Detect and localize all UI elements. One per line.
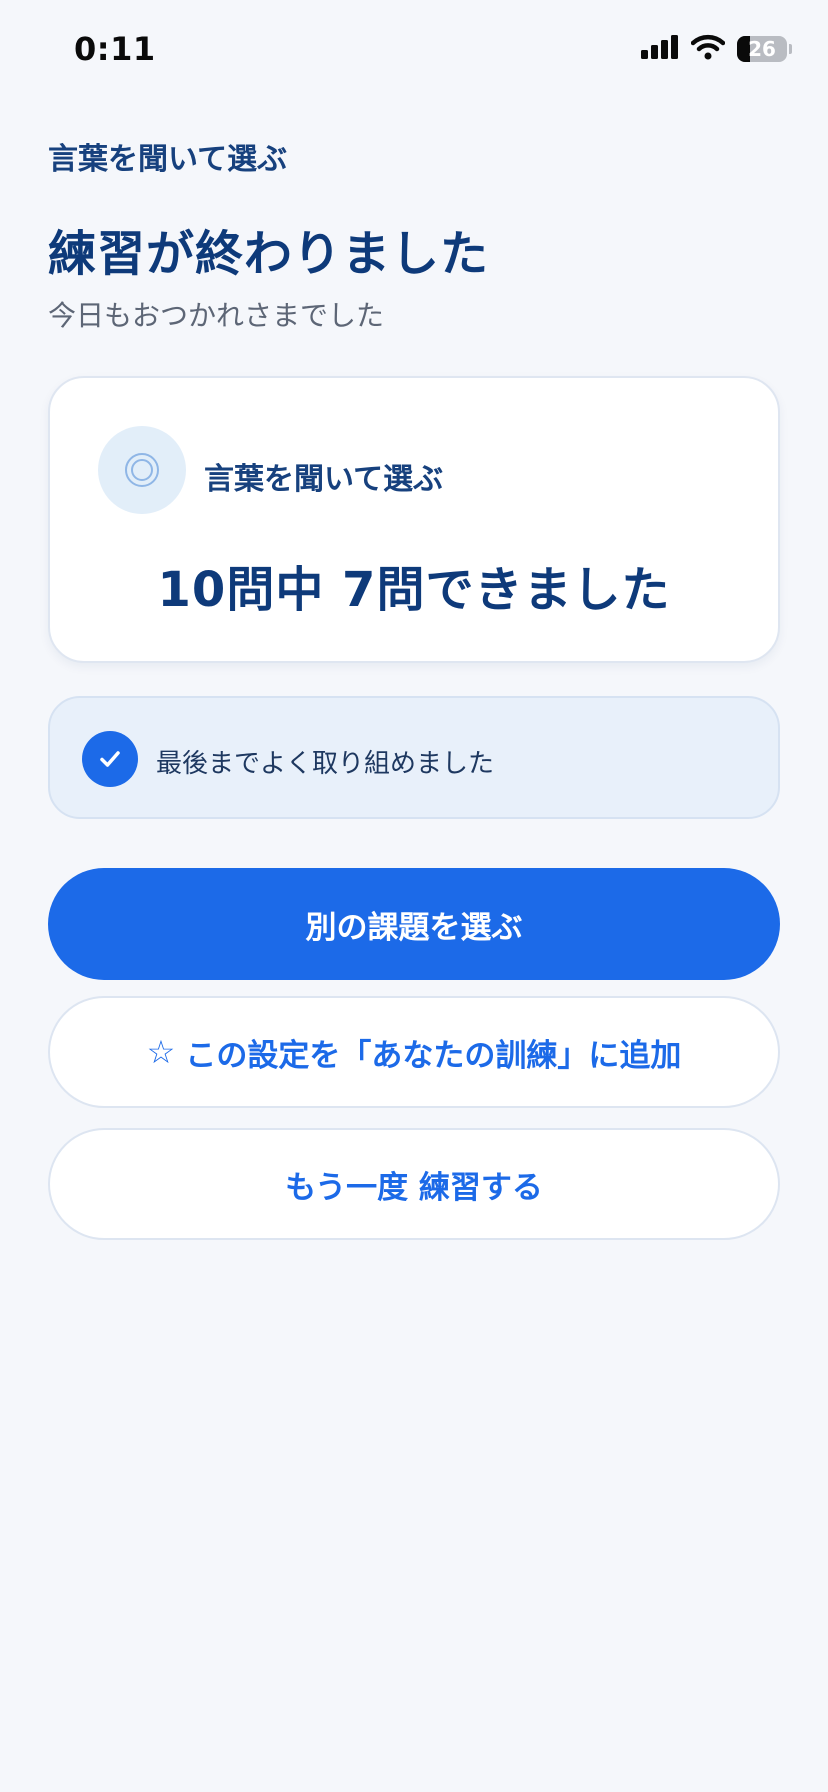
task-eyebrow: 言葉を聞いて選ぶ	[48, 142, 288, 177]
score-card: 言葉を聞いて選ぶ 10問中 7問できました	[48, 376, 780, 663]
status-icons: 26	[641, 34, 792, 64]
task-name: 言葉を聞いて選ぶ	[204, 462, 444, 497]
retry-button[interactable]: もう一度 練習する	[48, 1128, 780, 1240]
praise-banner: 最後までよく取り組めました	[48, 696, 780, 819]
star-icon: ☆	[146, 1033, 176, 1071]
status-time: 0:11	[74, 30, 156, 68]
check-icon	[82, 731, 138, 787]
wifi-icon	[690, 34, 726, 64]
battery-icon: 26	[737, 36, 787, 62]
target-icon	[98, 426, 186, 514]
results-screen: 0:11 26 言葉を聞いて選ぶ 練習が終わりました 今日もおつかれさまでした …	[0, 0, 828, 1792]
battery-tip	[789, 44, 792, 54]
battery-level: 26	[748, 37, 776, 61]
page-title: 練習が終わりました	[48, 226, 490, 282]
page-subtitle: 今日もおつかれさまでした	[48, 299, 385, 332]
add-to-training-button[interactable]: ☆ この設定を「あなたの訓練」に追加	[48, 996, 780, 1108]
status-bar: 0:11 26	[0, 0, 828, 100]
retry-label: もう一度 練習する	[285, 1169, 543, 1206]
choose-other-task-label: 別の課題を選ぶ	[305, 909, 523, 946]
praise-message: 最後までよく取り組めました	[156, 749, 495, 779]
add-to-training-label: この設定を「あなたの訓練」に追加	[185, 1037, 682, 1074]
cellular-signal-icon	[641, 35, 679, 63]
choose-other-task-button[interactable]: 別の課題を選ぶ	[48, 868, 780, 980]
score-result: 10問中 7問できました	[157, 562, 671, 618]
